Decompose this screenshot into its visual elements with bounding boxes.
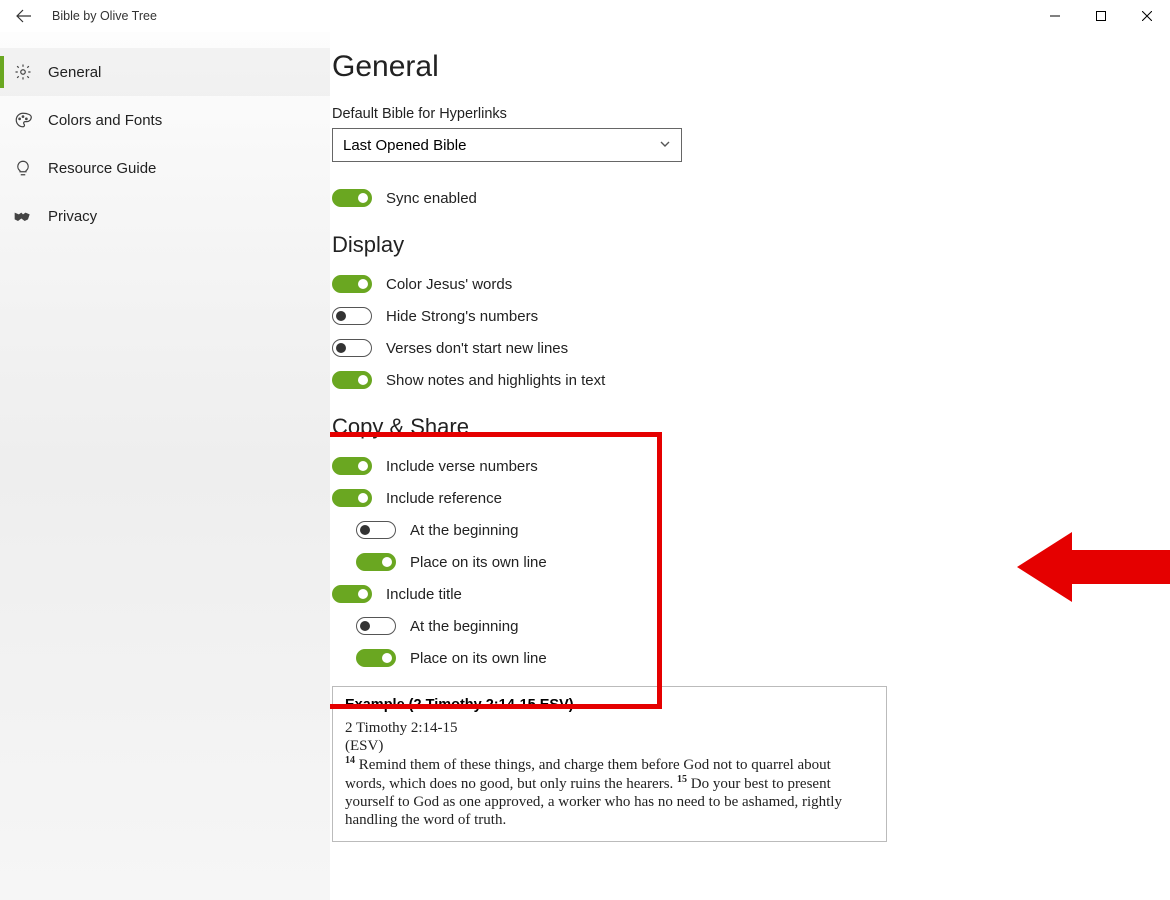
sidebar-item-label: Privacy xyxy=(48,208,97,225)
copy-share-heading: Copy & Share xyxy=(332,414,1140,440)
show-notes-label: Show notes and highlights in text xyxy=(386,372,605,389)
title-at-beginning-toggle[interactable] xyxy=(356,617,396,635)
color-jesus-words-toggle[interactable] xyxy=(332,275,372,293)
sidebar-item-resource-guide[interactable]: Resource Guide xyxy=(0,144,330,192)
example-reference-line: 2 Timothy 2:14-15 xyxy=(345,719,874,737)
include-title-label: Include title xyxy=(386,586,462,603)
sidebar-item-label: Resource Guide xyxy=(48,160,156,177)
color-jesus-words-label: Color Jesus' words xyxy=(386,276,512,293)
chevron-down-icon xyxy=(659,137,671,154)
sidebar-item-colors-fonts[interactable]: Colors and Fonts xyxy=(0,96,330,144)
show-notes-toggle[interactable] xyxy=(332,371,372,389)
hide-strongs-toggle[interactable] xyxy=(332,307,372,325)
maximize-button[interactable] xyxy=(1078,0,1124,32)
verses-newline-toggle[interactable] xyxy=(332,339,372,357)
close-button[interactable] xyxy=(1124,0,1170,32)
title-at-beginning-label: At the beginning xyxy=(410,618,518,635)
default-bible-select[interactable]: Last Opened Bible xyxy=(332,128,682,162)
verses-newline-label: Verses don't start new lines xyxy=(386,340,568,357)
example-verse-number-15: 15 xyxy=(677,774,687,785)
sidebar-item-general[interactable]: General xyxy=(0,48,330,96)
example-verse-number-14: 14 xyxy=(345,755,355,766)
sync-toggle[interactable] xyxy=(332,189,372,207)
title-bar: Bible by Olive Tree xyxy=(0,0,1170,32)
gear-icon xyxy=(12,63,34,81)
sync-label: Sync enabled xyxy=(386,190,477,207)
include-verse-numbers-toggle[interactable] xyxy=(332,457,372,475)
back-button[interactable] xyxy=(8,0,40,32)
ref-own-line-toggle[interactable] xyxy=(356,553,396,571)
default-bible-label: Default Bible for Hyperlinks xyxy=(332,106,1140,122)
hide-strongs-label: Hide Strong's numbers xyxy=(386,308,538,325)
sidebar-item-label: Colors and Fonts xyxy=(48,112,162,129)
example-heading: Example (2 Timothy 2:14-15 ESV) xyxy=(345,697,874,713)
handshake-icon xyxy=(12,209,34,223)
select-value: Last Opened Bible xyxy=(343,137,466,154)
ref-at-beginning-toggle[interactable] xyxy=(356,521,396,539)
include-title-toggle[interactable] xyxy=(332,585,372,603)
minimize-button[interactable] xyxy=(1032,0,1078,32)
sidebar-item-privacy[interactable]: Privacy xyxy=(0,192,330,240)
include-reference-toggle[interactable] xyxy=(332,489,372,507)
title-own-line-label: Place on its own line xyxy=(410,650,547,667)
toggle-row-sync: Sync enabled xyxy=(332,182,1140,214)
palette-icon xyxy=(12,111,34,129)
sidebar-item-label: General xyxy=(48,64,101,81)
window-title: Bible by Olive Tree xyxy=(40,9,157,23)
include-verse-numbers-label: Include verse numbers xyxy=(386,458,538,475)
title-own-line-toggle[interactable] xyxy=(356,649,396,667)
main-content: General Default Bible for Hyperlinks Las… xyxy=(330,32,1170,900)
page-title: General xyxy=(332,50,1140,84)
annotation-arrow-icon xyxy=(1017,532,1170,602)
sidebar: General Colors and Fonts Resource Guide … xyxy=(0,32,330,900)
ref-own-line-label: Place on its own line xyxy=(410,554,547,571)
include-reference-label: Include reference xyxy=(386,490,502,507)
lightbulb-icon xyxy=(12,159,34,177)
example-box: Example (2 Timothy 2:14-15 ESV) 2 Timoth… xyxy=(332,686,887,842)
display-heading: Display xyxy=(332,232,1140,258)
example-title-line: (ESV) xyxy=(345,737,874,755)
ref-at-beginning-label: At the beginning xyxy=(410,522,518,539)
